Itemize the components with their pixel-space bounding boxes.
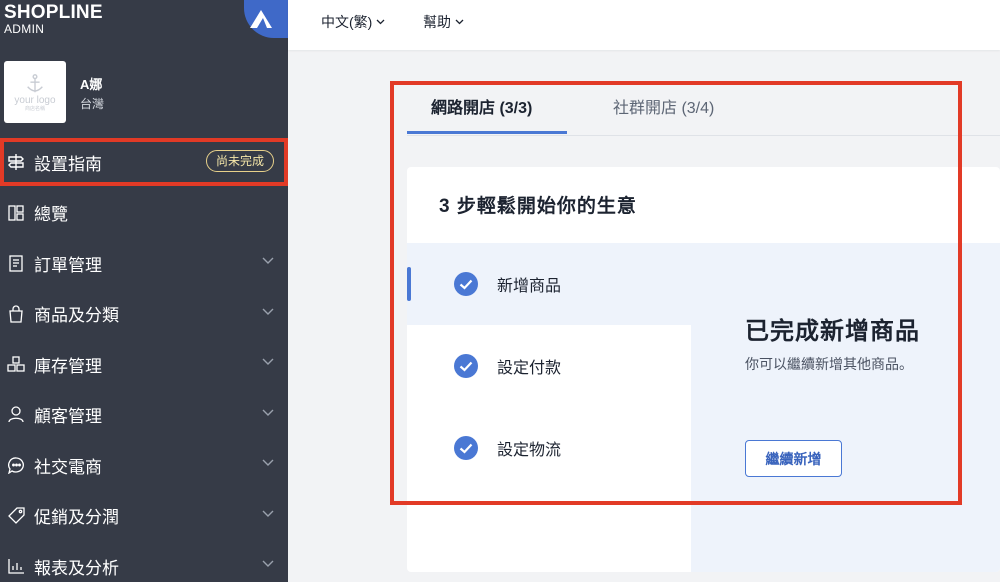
store-logo: your logo 商店名稱 [4, 61, 66, 123]
store-name: A娜 [80, 77, 103, 92]
sidebar-item-label: 促銷及分潤 [34, 508, 119, 528]
user-icon [6, 405, 26, 425]
sidebar-item-reports[interactable]: 報表及分析 [0, 541, 288, 582]
tag-icon [6, 506, 26, 526]
logo-placeholder-sub: 商店名稱 [24, 105, 45, 112]
chevron-down-icon [262, 358, 274, 365]
chat-icon [6, 455, 26, 475]
sidebar-item-label: 庫存管理 [34, 356, 102, 376]
sidebar-item-customers[interactable]: 顧客管理 [0, 390, 288, 441]
sidebar: SHOPLINE ADMIN your logo 商店名稱 A娜 台灣 設置指南… [0, 0, 288, 582]
sidebar-item-label: 社交電商 [34, 457, 102, 477]
sidebar-nav: 設置指南 尚未完成 總覽 訂單管理 商品及分類 庫存管理 顧客管理 社交電商 促… [0, 137, 288, 582]
chevron-down-icon [376, 19, 385, 25]
mountain-logo-icon [250, 10, 272, 28]
sidebar-item-promotions[interactable]: 促銷及分潤 [0, 491, 288, 542]
sidebar-item-products[interactable]: 商品及分類 [0, 289, 288, 340]
sidebar-item-inventory[interactable]: 庫存管理 [0, 339, 288, 390]
sidebar-item-label: 訂單管理 [34, 255, 102, 275]
language-menu-label: 中文(繁) [321, 14, 373, 30]
highlight-box-setup-guide [0, 138, 288, 186]
chevron-down-icon [262, 409, 274, 416]
chevron-down-icon [262, 510, 274, 517]
brand-logo[interactable]: SHOPLINE ADMIN [4, 0, 244, 44]
shopping-bag-icon [6, 304, 26, 324]
sidebar-item-social-commerce[interactable]: 社交電商 [0, 440, 288, 491]
store-region: 台灣 [80, 97, 105, 111]
brand-sub: ADMIN [4, 22, 45, 36]
inventory-icon [6, 354, 26, 374]
dashboard-icon [6, 203, 26, 223]
order-icon [6, 253, 26, 273]
sidebar-item-label: 商品及分類 [34, 306, 119, 326]
highlight-box-setup-card [390, 81, 962, 505]
chevron-down-icon [455, 19, 464, 25]
language-menu[interactable]: 中文(繁) [321, 12, 385, 32]
sidebar-item-label: 顧客管理 [34, 407, 102, 427]
sidebar-item-overview[interactable]: 總覽 [0, 188, 288, 239]
sidebar-item-orders[interactable]: 訂單管理 [0, 238, 288, 289]
top-bar: 中文(繁) 幫助 [288, 0, 1000, 50]
logo-placeholder-text: your logo [14, 94, 56, 106]
sidebar-item-label: 報表及分析 [34, 558, 119, 578]
chevron-down-icon [262, 257, 274, 264]
store-card[interactable]: your logo 商店名稱 A娜 台灣 [4, 61, 284, 123]
help-menu-label: 幫助 [423, 14, 451, 30]
app-switcher[interactable] [244, 0, 288, 38]
brand-name: SHOPLINE [4, 2, 103, 23]
sidebar-item-label: 總覽 [34, 205, 68, 225]
anchor-icon [27, 73, 43, 92]
chevron-down-icon [262, 459, 274, 466]
help-menu[interactable]: 幫助 [423, 12, 464, 32]
chevron-down-icon [262, 560, 274, 567]
chart-icon [6, 556, 26, 576]
chevron-down-icon [262, 308, 274, 315]
